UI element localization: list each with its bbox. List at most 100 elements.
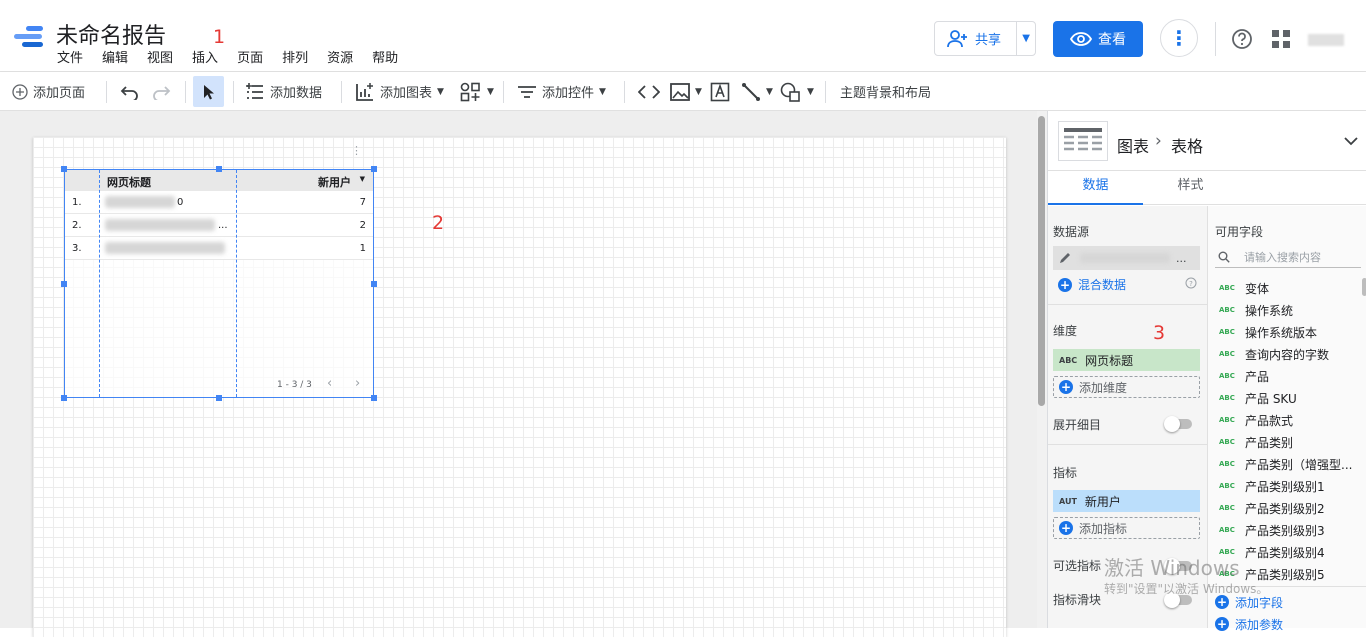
add-chart-button[interactable]: 添加图表 ▼ bbox=[355, 72, 444, 111]
line-icon bbox=[742, 82, 760, 101]
metric-chip[interactable]: AUT 新用户 bbox=[1053, 490, 1200, 512]
column-header-new-users[interactable]: 新用户 bbox=[318, 174, 351, 190]
sort-desc-icon[interactable]: ▼ bbox=[360, 175, 365, 183]
scrollbar-thumb[interactable] bbox=[1038, 116, 1045, 406]
tab-style[interactable]: 样式 bbox=[1143, 171, 1238, 205]
menu-resources[interactable]: 资源 bbox=[327, 47, 353, 66]
add-data-button[interactable]: 添加数据 bbox=[245, 72, 322, 111]
resize-handle[interactable] bbox=[61, 281, 67, 287]
chevron-down-icon[interactable] bbox=[1344, 136, 1358, 146]
field-item[interactable]: ABC 产品类别级别2 bbox=[1219, 497, 1325, 519]
canvas-scrollbar[interactable] bbox=[1037, 111, 1047, 628]
field-item[interactable]: ABC 操作系统 bbox=[1219, 299, 1293, 321]
text-box-icon bbox=[710, 82, 730, 101]
row-index: 1. bbox=[72, 197, 82, 208]
help-icon[interactable] bbox=[1231, 28, 1253, 50]
shape-button[interactable]: ▼ bbox=[780, 72, 814, 111]
drilldown-label: 展开细目 bbox=[1053, 418, 1102, 432]
add-page-button[interactable]: 添加页面 bbox=[12, 72, 85, 111]
resize-handle[interactable] bbox=[371, 395, 377, 401]
field-item[interactable]: ABC 产品类别级别1 bbox=[1219, 475, 1325, 497]
resize-handle[interactable] bbox=[61, 395, 67, 401]
field-item[interactable]: ABC 产品 SKU bbox=[1219, 387, 1297, 409]
chevron-down-icon: ▼ bbox=[766, 86, 773, 97]
add-dimension-button[interactable]: + 添加维度 bbox=[1053, 376, 1200, 398]
add-circle-icon: + bbox=[1215, 595, 1229, 609]
line-button[interactable]: ▼ bbox=[741, 72, 773, 111]
add-circle-icon: + bbox=[1215, 617, 1229, 631]
column-guide bbox=[236, 170, 237, 397]
breadcrumb-type[interactable]: 表格 bbox=[1171, 133, 1203, 157]
resize-handle[interactable] bbox=[371, 166, 377, 172]
row-index: 3. bbox=[72, 243, 82, 254]
resize-handle[interactable] bbox=[216, 166, 222, 172]
data-source-chip[interactable]: ... bbox=[1053, 246, 1200, 270]
menu-page[interactable]: 页面 bbox=[237, 47, 263, 66]
breadcrumb-chart[interactable]: 图表 bbox=[1117, 133, 1149, 157]
dimension-chip[interactable]: ABC 网页标题 bbox=[1053, 349, 1200, 371]
drag-handle-icon[interactable]: ⋮ bbox=[351, 145, 362, 156]
fields-scrollbar-thumb[interactable] bbox=[1362, 278, 1366, 296]
resize-handle[interactable] bbox=[216, 395, 222, 401]
redo-button[interactable] bbox=[151, 72, 171, 111]
data-studio-logo[interactable] bbox=[14, 26, 44, 52]
dimension-value: 网页标题 bbox=[1085, 353, 1134, 368]
embed-url-button[interactable] bbox=[638, 72, 660, 111]
menu-arrange[interactable]: 排列 bbox=[282, 47, 308, 66]
menu-file[interactable]: 文件 bbox=[57, 47, 83, 66]
menu-view[interactable]: 视图 bbox=[147, 47, 173, 66]
edit-pencil-icon[interactable] bbox=[1058, 251, 1072, 265]
field-search-input[interactable]: 请输入搜索内容 bbox=[1215, 246, 1361, 268]
toolbar-divider bbox=[341, 81, 342, 103]
panel-tabs: 数据 样式 bbox=[1048, 171, 1366, 205]
add-dimension-label: 添加维度 bbox=[1079, 380, 1128, 395]
apps-grid-icon[interactable] bbox=[1272, 30, 1290, 48]
breadcrumb-separator: › bbox=[1155, 131, 1162, 151]
resize-handle[interactable] bbox=[371, 281, 377, 287]
metric-slider-label: 指标滑块 bbox=[1053, 593, 1102, 607]
table-chart[interactable]: 网页标题 新用户 ▼ 1. 0 7 2. ... 2 3. 1 1 - 3 / … bbox=[64, 145, 374, 398]
table-chart-icon[interactable] bbox=[1058, 121, 1108, 161]
cursor-icon bbox=[203, 84, 214, 99]
field-item[interactable]: ABC 产品类别（增强型... bbox=[1219, 453, 1352, 475]
help-icon[interactable]: ? bbox=[1185, 277, 1197, 289]
top-bar: 未命名报告 文件 编辑 视图 插入 页面 排列 资源 帮助 1 共享 ▼ 查看 … bbox=[0, 0, 1366, 72]
image-button[interactable]: ▼ bbox=[670, 72, 702, 111]
resize-handle[interactable] bbox=[61, 166, 67, 172]
tab-data[interactable]: 数据 bbox=[1048, 171, 1143, 205]
field-item[interactable]: ABC 产品类别 bbox=[1219, 431, 1293, 453]
field-item[interactable]: ABC 产品 bbox=[1219, 365, 1269, 387]
field-item[interactable]: ABC 变体 bbox=[1219, 277, 1269, 299]
more-options-button[interactable]: ⋮ bbox=[1160, 19, 1198, 57]
report-title[interactable]: 未命名报告 bbox=[56, 18, 166, 50]
text-box-button[interactable] bbox=[710, 72, 730, 111]
next-page-icon[interactable]: › bbox=[355, 376, 360, 391]
select-tool-button[interactable] bbox=[193, 76, 224, 107]
theme-layout-button[interactable]: 主题背景和布局 bbox=[840, 72, 931, 111]
field-item[interactable]: ABC 操作系统版本 bbox=[1219, 321, 1317, 343]
prev-page-icon[interactable]: ‹ bbox=[327, 376, 332, 391]
add-circle-icon: + bbox=[1059, 380, 1073, 394]
column-header-page-title[interactable]: 网页标题 bbox=[107, 174, 151, 190]
view-button[interactable]: 查看 bbox=[1053, 21, 1143, 57]
drilldown-toggle[interactable] bbox=[1164, 416, 1192, 432]
field-item[interactable]: ABC 查询内容的字数 bbox=[1219, 343, 1329, 365]
add-metric-label: 添加指标 bbox=[1079, 521, 1128, 536]
share-button[interactable]: 共享 ▼ bbox=[934, 21, 1036, 56]
menu-insert[interactable]: 插入 bbox=[192, 47, 218, 66]
community-viz-button[interactable]: ▼ bbox=[460, 72, 494, 111]
blend-data-link[interactable]: + 混合数据 bbox=[1053, 276, 1126, 293]
add-parameter-button[interactable]: + 添加参数 bbox=[1215, 613, 1283, 635]
menu-help[interactable]: 帮助 bbox=[372, 47, 398, 66]
account-avatar[interactable] bbox=[1308, 34, 1344, 46]
field-item[interactable]: ABC 产品款式 bbox=[1219, 409, 1293, 431]
add-control-button[interactable]: 添加控件 ▼ bbox=[517, 72, 606, 111]
undo-button[interactable] bbox=[120, 72, 140, 111]
column-guide bbox=[99, 170, 100, 397]
menu-edit[interactable]: 编辑 bbox=[102, 47, 128, 66]
annotation-3: 3 bbox=[1153, 322, 1166, 344]
dimension-label: 维度 bbox=[1053, 324, 1078, 338]
field-item[interactable]: ABC 产品类别级别3 bbox=[1219, 519, 1325, 541]
add-metric-button[interactable]: + 添加指标 bbox=[1053, 517, 1200, 539]
share-dropdown-icon[interactable]: ▼ bbox=[1016, 22, 1035, 55]
